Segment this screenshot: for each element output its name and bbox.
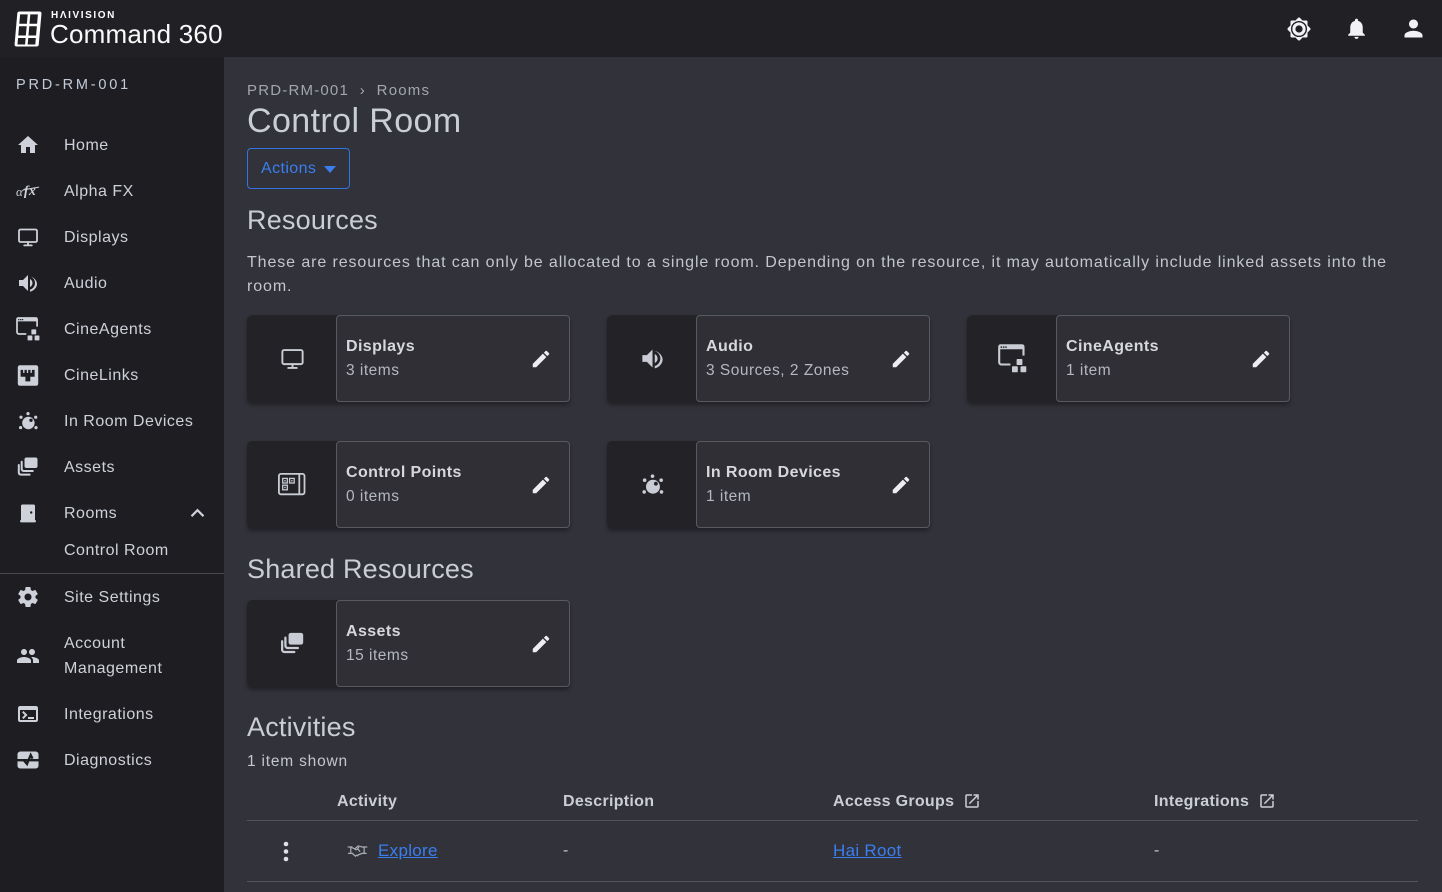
svg-text:fx: fx [24,183,36,198]
svg-text:α: α [16,184,23,199]
